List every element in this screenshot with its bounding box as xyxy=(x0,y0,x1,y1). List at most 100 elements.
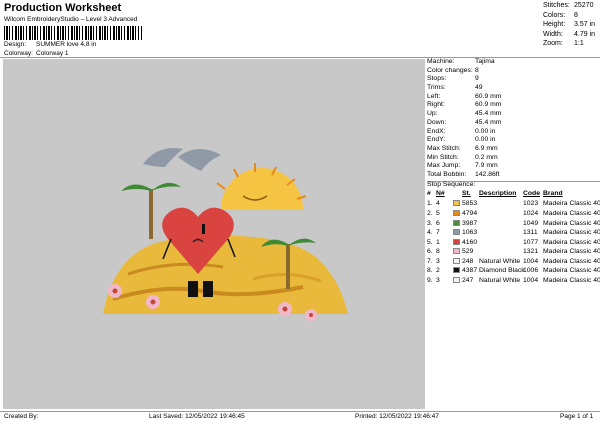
seq-stitches: 4794 xyxy=(462,209,478,217)
info-endx: EndX: 0.00 in xyxy=(427,127,496,135)
seq-stitches: 4387 xyxy=(462,267,478,275)
seq-brand: Madeira Classic 40 xyxy=(543,229,600,237)
stat-width: Width: 4.79 in xyxy=(543,30,596,38)
machine-info-panel: Machine: Tajima Color changes: 8 Stops: 9 T… xyxy=(427,58,600,287)
seq-brand: Madeira Classic 40 xyxy=(543,209,600,217)
seq-stitches: 1063 xyxy=(462,229,478,237)
info-right: Right: 60.9 mm xyxy=(427,101,502,109)
stop-sequence-list: 1. 4 5853 1023 Madeira Classic 40 2. 5 4794 1024… xyxy=(427,200,600,286)
seq-index: 9. xyxy=(427,277,433,285)
seq-index: 6. xyxy=(427,248,433,256)
seq-code: 1006 xyxy=(523,267,539,275)
seq-code: 1004 xyxy=(523,277,539,285)
seq-index: 3. xyxy=(427,219,433,227)
info-up: Up: 45.4 mm xyxy=(427,110,502,118)
dolphin xyxy=(178,148,221,171)
seq-brand: Madeira Classic 40 xyxy=(543,267,600,275)
flower xyxy=(278,302,292,316)
seq-index: 4. xyxy=(427,229,433,237)
stop-sequence-row: 8. 2 4387 Diamond Black1006 Madeira Classic … xyxy=(427,267,600,277)
stop-sequence-row: 5. 1 4160 1077 Madeira Classic 40 xyxy=(427,238,600,249)
seq-index: 1. xyxy=(427,200,433,208)
seq-needle: 2 xyxy=(436,267,440,275)
flower xyxy=(146,295,160,309)
seq-index: 5. xyxy=(427,238,433,246)
stat-stitches: Stitches: 25270 xyxy=(543,2,594,9)
sand-hill xyxy=(103,235,348,314)
colorway-value: Colorway 1 xyxy=(36,50,69,57)
stop-sequence-row: 4. 7 1063 1311 Madeira Classic 40 xyxy=(427,229,600,239)
stop-sequence-row: 3. 6 3987 1049 Madeira Classic 40 xyxy=(427,219,600,230)
seq-brand: Madeira Classic 40 xyxy=(543,277,600,285)
seq-index: 8. xyxy=(427,267,433,275)
stop-sequence-header: # N# St. Description Code Brand xyxy=(427,190,563,198)
stop-sequence-row: 1. 4 5853 1023 Madeira Classic 40 xyxy=(427,200,600,210)
stop-sequence-row: 6. 8 529 1321 Madeira Classic 40 xyxy=(427,248,600,258)
footer-created-by: Created By: xyxy=(4,413,39,420)
design-value: SUMMER love 4,8 in xyxy=(36,41,97,48)
seq-description: Natural White xyxy=(479,257,521,265)
footer-last-saved: Last Saved: 12/05/2022 19:46:45 xyxy=(149,413,245,420)
sun xyxy=(221,168,303,209)
footer-page: Page 1 of 1 xyxy=(560,413,594,420)
seq-index: 2. xyxy=(427,209,433,217)
heart-leg xyxy=(203,281,213,297)
seq-stitches: 4160 xyxy=(462,238,478,246)
seq-brand: Madeira Classic 40 xyxy=(543,257,600,265)
stop-sequence-title: Stop Sequence: xyxy=(427,180,476,188)
seq-stitches: 5853 xyxy=(462,200,478,208)
heart-eye xyxy=(202,224,205,234)
seq-brand: Madeira Classic 40 xyxy=(543,219,600,227)
seq-code: 1077 xyxy=(523,238,539,246)
heart-leg xyxy=(188,281,198,297)
stop-sequence-row: 9. 3 247 Natural White 1004 Madeira Classic 4… xyxy=(427,277,600,287)
stat-zoom: Zoom: 1:1 xyxy=(543,40,584,48)
color-swatch xyxy=(453,267,460,274)
seq-needle: 3 xyxy=(436,257,440,265)
barcode xyxy=(4,26,142,40)
info-total-bobbin: Total Bobbin: 142.86ft xyxy=(427,170,500,178)
palm-leaves xyxy=(121,182,181,191)
seq-stitches: 3987 xyxy=(462,219,478,227)
seq-needle: 5 xyxy=(436,209,440,217)
seq-stitches: 248 xyxy=(462,257,474,265)
seq-needle: 4 xyxy=(436,200,440,208)
seq-needle: 1 xyxy=(436,238,440,246)
info-stops: Stops: 9 xyxy=(427,75,479,83)
stat-colors: Colors: 8 xyxy=(543,11,578,19)
seq-needle: 7 xyxy=(436,229,440,237)
info-trims: Trims: 49 xyxy=(427,84,483,92)
seq-brand: Madeira Classic 40 xyxy=(543,238,600,246)
color-swatch xyxy=(453,200,460,207)
software-subtitle: Wilcom EmbroideryStudio – Level 3 Advanc… xyxy=(4,16,138,23)
color-swatch xyxy=(453,257,460,264)
seq-index: 7. xyxy=(427,257,433,265)
stop-sequence-row: 7. 3 248 Natural White 1004 Madeira Classic 4… xyxy=(427,257,600,268)
design-label: Design: xyxy=(4,41,27,48)
header-divider xyxy=(0,57,600,58)
info-left: Left: 60.9 mm xyxy=(427,92,502,100)
palm-trunk xyxy=(286,244,290,289)
color-swatch xyxy=(453,248,460,255)
footer-printed: Printed: 12/05/2022 19:46:47 xyxy=(355,413,439,420)
seq-code: 1024 xyxy=(523,209,539,217)
flower xyxy=(108,284,122,298)
seq-code: 1049 xyxy=(523,219,539,227)
flower xyxy=(305,309,317,321)
color-swatch xyxy=(453,277,460,284)
seq-brand: Madeira Classic 40 xyxy=(543,200,600,208)
seq-brand: Madeira Classic 40 xyxy=(543,248,600,256)
seq-description: Diamond Black xyxy=(479,267,525,275)
info-down: Down: 45.4 mm xyxy=(427,118,502,126)
color-swatch xyxy=(453,229,460,236)
seq-code: 1023 xyxy=(523,200,539,208)
seq-needle: 6 xyxy=(436,219,440,227)
seq-needle: 3 xyxy=(436,277,440,285)
info-color-changes: Color changes: 8 xyxy=(427,66,479,74)
dolphin xyxy=(143,148,183,167)
design-row: Design: SUMMER love 4,8 in xyxy=(4,41,97,49)
seq-code: 1321 xyxy=(523,248,539,256)
footer-divider xyxy=(0,411,600,412)
stop-sequence-row: 2. 5 4794 1024 Madeira Classic 40 xyxy=(427,209,600,220)
worksheet-title: Production Worksheet xyxy=(4,2,122,14)
